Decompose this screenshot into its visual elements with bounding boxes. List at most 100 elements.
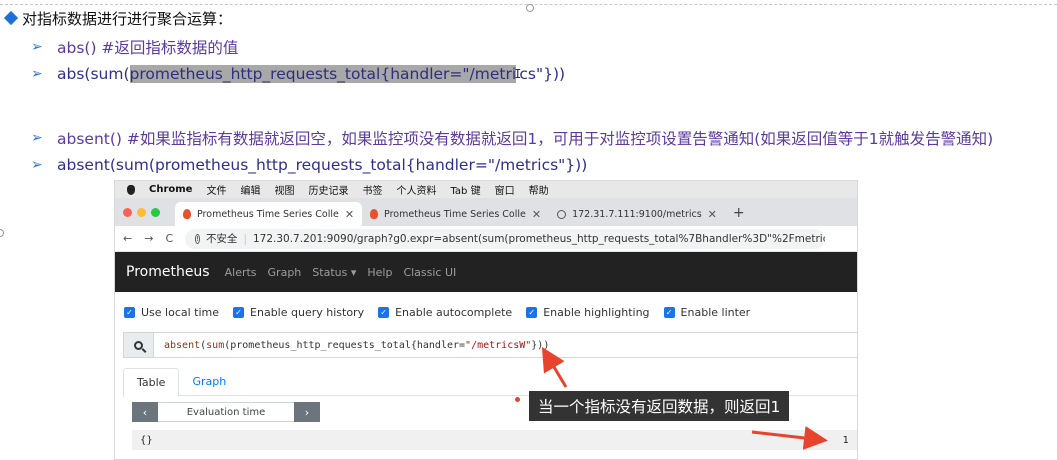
expression-text[interactable]: absent(sum(prometheus_http_requests_tota… bbox=[154, 340, 549, 351]
prev-time-button[interactable]: ‹ bbox=[132, 402, 158, 422]
bullet-abs: ➢ abs() #返回指标数据的值 bbox=[31, 36, 238, 58]
bullet-text: abs() #返回指标数据的值 bbox=[57, 39, 239, 57]
nav-help[interactable]: Help bbox=[367, 266, 392, 279]
os-menubar: Chrome 文件 编辑 视图 历史记录 书签 个人资料 Tab 键 窗口 帮助 bbox=[115, 181, 857, 198]
expression-input[interactable]: absent(sum(prometheus_http_requests_tota… bbox=[123, 332, 857, 358]
close-tab-icon[interactable]: ✕ bbox=[708, 208, 717, 221]
nav-graph[interactable]: Graph bbox=[268, 266, 302, 279]
browser-tabbar: Prometheus Time Series Colle ✕ Prometheu… bbox=[115, 198, 857, 226]
menu-item-help[interactable]: 帮助 bbox=[529, 182, 549, 197]
nav-status[interactable]: Status ▾ bbox=[312, 266, 356, 279]
arrow-bullet-icon: ➢ bbox=[31, 39, 43, 55]
tab-table[interactable]: Table bbox=[123, 368, 180, 397]
warning-icon: ! bbox=[195, 233, 200, 244]
option-query-history[interactable]: ✓ Enable query history bbox=[233, 306, 364, 319]
back-icon[interactable]: ← bbox=[123, 232, 132, 245]
evaluation-time-input[interactable]: Evaluation time bbox=[158, 402, 294, 422]
menu-item-window[interactable]: 窗口 bbox=[495, 182, 515, 197]
close-window-button[interactable] bbox=[123, 208, 132, 217]
checkbox-checked-icon[interactable]: ✓ bbox=[233, 307, 245, 318]
option-autocomplete[interactable]: ✓ Enable autocomplete bbox=[378, 306, 512, 319]
window-controls bbox=[123, 208, 160, 217]
new-tab-button[interactable]: + bbox=[733, 205, 745, 221]
globe-icon bbox=[557, 209, 567, 219]
option-highlighting[interactable]: ✓ Enable highlighting bbox=[526, 306, 650, 319]
prometheus-favicon-icon bbox=[370, 209, 379, 219]
address-bar-row: ← → C ! 不安全 | 172.30.7.201:9090/graph?g0… bbox=[115, 226, 857, 252]
arrow-bullet-icon: ➢ bbox=[31, 130, 43, 146]
arrow-bullet-icon: ➢ bbox=[31, 66, 43, 82]
arrow-bullet-icon: ➢ bbox=[31, 157, 43, 173]
url-text: 172.30.7.201:9090/graph?g0.expr=absent(s… bbox=[252, 232, 825, 245]
menu-item-tab[interactable]: Tab 键 bbox=[450, 182, 480, 197]
annotation-callout: 当一个指标没有返回数据，则返回1 bbox=[529, 391, 790, 421]
diamond-bullet-icon bbox=[3, 10, 19, 26]
nav-alerts[interactable]: Alerts bbox=[225, 266, 257, 279]
nav-classic-ui[interactable]: Classic UI bbox=[403, 266, 456, 279]
table-row: {} 1 bbox=[132, 430, 857, 450]
prometheus-favicon-icon bbox=[183, 209, 191, 219]
menu-item-chrome[interactable]: Chrome bbox=[149, 184, 192, 195]
function-token: sum bbox=[206, 339, 225, 351]
bullet-text: absent(sum(prometheus_http_requests_tota… bbox=[57, 156, 588, 174]
browser-tab[interactable]: Prometheus Time Series Colle ✕ bbox=[362, 202, 549, 226]
zoom-window-button[interactable] bbox=[151, 208, 160, 217]
result-labels: {} bbox=[140, 434, 153, 446]
tab-label: Prometheus Time Series Colle bbox=[197, 208, 339, 220]
tab-label: Prometheus Time Series Colle bbox=[384, 208, 526, 220]
reload-icon[interactable]: C bbox=[165, 232, 173, 245]
browser-tab-active[interactable]: Prometheus Time Series Colle ✕ bbox=[175, 202, 363, 226]
next-time-button[interactable]: › bbox=[294, 402, 320, 422]
option-label: Enable highlighting bbox=[543, 306, 650, 319]
result-value: 1 bbox=[842, 434, 849, 446]
checkbox-checked-icon[interactable]: ✓ bbox=[663, 307, 675, 318]
slide-title-text: 对指标数据进行进行聚合运算： bbox=[22, 9, 233, 28]
browser-tab[interactable]: 172.31.7.111:9100/metrics ✕ bbox=[549, 202, 725, 226]
menu-item-view[interactable]: 视图 bbox=[274, 182, 294, 197]
menu-item-bookmarks[interactable]: 书签 bbox=[362, 182, 382, 197]
forward-icon[interactable]: → bbox=[144, 232, 153, 245]
bullet-text: absent() #如果监指标有数据就返回空，如果监控项没有数据就返回1，可用于… bbox=[57, 130, 994, 148]
annotation-dot bbox=[515, 397, 520, 402]
option-label: Enable linter bbox=[680, 306, 751, 319]
menu-item-edit[interactable]: 编辑 bbox=[240, 182, 260, 197]
evaluation-time-control: ‹ Evaluation time › bbox=[132, 402, 320, 422]
tab-label: 172.31.7.111:9100/metrics bbox=[572, 208, 702, 220]
insecure-label: 不安全 bbox=[205, 233, 238, 245]
menu-item-profile[interactable]: 个人资料 bbox=[396, 182, 436, 197]
bullet-abs-sum: ➢ abs(sum(prometheus_http_requests_total… bbox=[31, 65, 565, 83]
option-local-time[interactable]: ✓ Use local time bbox=[124, 306, 219, 319]
bullet-absent: ➢ absent() #如果监指标有数据就返回空，如果监控项没有数据就返回1，可… bbox=[31, 127, 993, 149]
option-linter[interactable]: ✓ Enable linter bbox=[663, 306, 751, 319]
slide-top-guide bbox=[0, 4, 1057, 12]
checkbox-checked-icon[interactable]: ✓ bbox=[526, 307, 538, 318]
bullet-prefix: abs(sum( bbox=[57, 65, 130, 83]
selected-text[interactable]: prometheus_http_requests_total{handler="… bbox=[129, 65, 517, 83]
menu-item-file[interactable]: 文件 bbox=[206, 182, 226, 197]
option-label: Enable autocomplete bbox=[395, 306, 513, 319]
prometheus-navbar: Prometheus Alerts Graph Status ▾ Help Cl… bbox=[115, 252, 857, 292]
function-token: absent bbox=[164, 339, 201, 351]
option-label: Enable query history bbox=[250, 306, 365, 319]
close-tab-icon[interactable]: ✕ bbox=[345, 208, 354, 221]
minimize-window-button[interactable] bbox=[137, 208, 146, 217]
resize-handle[interactable] bbox=[526, 4, 534, 12]
menu-item-history[interactable]: 历史记录 bbox=[308, 182, 348, 197]
search-button[interactable] bbox=[124, 333, 154, 357]
prometheus-brand[interactable]: Prometheus bbox=[126, 264, 210, 280]
string-token: "/metricsW" bbox=[465, 339, 532, 351]
bullet-suffix: cs"})) bbox=[519, 65, 566, 83]
token: (prometheus_http_requests_total{handler= bbox=[224, 339, 466, 351]
token: })) bbox=[531, 339, 550, 351]
url-field[interactable]: ! 不安全 | 172.30.7.201:9090/graph?g0.expr=… bbox=[185, 228, 826, 249]
tab-graph[interactable]: Graph bbox=[179, 368, 239, 395]
option-label: Use local time bbox=[141, 306, 220, 319]
search-icon bbox=[134, 340, 143, 350]
apple-icon[interactable] bbox=[127, 184, 135, 195]
close-tab-icon[interactable]: ✕ bbox=[532, 208, 541, 221]
slide-title: 对指标数据进行进行聚合运算： bbox=[2, 7, 232, 29]
resize-handle-left[interactable] bbox=[0, 229, 4, 237]
query-options: ✓ Use local time ✓ Enable query history ✓ E… bbox=[115, 292, 857, 319]
checkbox-checked-icon[interactable]: ✓ bbox=[378, 307, 390, 318]
checkbox-checked-icon[interactable]: ✓ bbox=[124, 307, 135, 318]
